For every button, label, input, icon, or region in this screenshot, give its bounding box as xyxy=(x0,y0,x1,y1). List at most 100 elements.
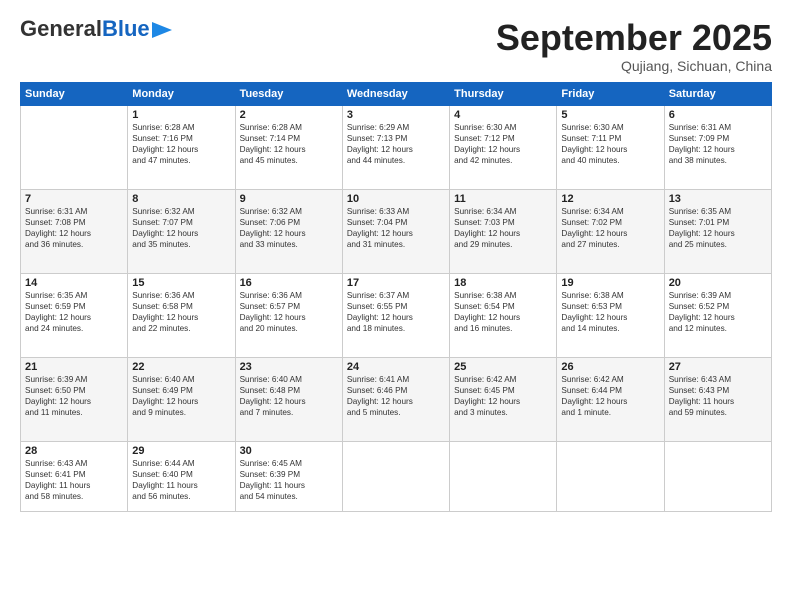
col-thursday: Thursday xyxy=(450,82,557,105)
day-info: Sunrise: 6:28 AMSunset: 7:16 PMDaylight:… xyxy=(132,122,230,166)
calendar-cell: 19Sunrise: 6:38 AMSunset: 6:53 PMDayligh… xyxy=(557,273,664,357)
calendar-cell: 18Sunrise: 6:38 AMSunset: 6:54 PMDayligh… xyxy=(450,273,557,357)
logo-blue: Blue xyxy=(102,16,150,41)
week-row-5: 28Sunrise: 6:43 AMSunset: 6:41 PMDayligh… xyxy=(21,441,772,511)
week-row-1: 1Sunrise: 6:28 AMSunset: 7:16 PMDaylight… xyxy=(21,105,772,189)
day-number: 22 xyxy=(132,361,230,373)
calendar-cell: 22Sunrise: 6:40 AMSunset: 6:49 PMDayligh… xyxy=(128,357,235,441)
day-number: 28 xyxy=(25,445,123,457)
calendar-cell: 9Sunrise: 6:32 AMSunset: 7:06 PMDaylight… xyxy=(235,189,342,273)
day-number: 26 xyxy=(561,361,659,373)
day-info: Sunrise: 6:42 AMSunset: 6:45 PMDaylight:… xyxy=(454,374,552,418)
calendar-cell: 7Sunrise: 6:31 AMSunset: 7:08 PMDaylight… xyxy=(21,189,128,273)
day-info: Sunrise: 6:38 AMSunset: 6:53 PMDaylight:… xyxy=(561,290,659,334)
day-number: 13 xyxy=(669,193,767,205)
day-info: Sunrise: 6:30 AMSunset: 7:11 PMDaylight:… xyxy=(561,122,659,166)
day-info: Sunrise: 6:42 AMSunset: 6:44 PMDaylight:… xyxy=(561,374,659,418)
day-number: 2 xyxy=(240,109,338,121)
day-number: 20 xyxy=(669,277,767,289)
calendar-cell: 4Sunrise: 6:30 AMSunset: 7:12 PMDaylight… xyxy=(450,105,557,189)
day-info: Sunrise: 6:45 AMSunset: 6:39 PMDaylight:… xyxy=(240,458,338,502)
day-info: Sunrise: 6:31 AMSunset: 7:09 PMDaylight:… xyxy=(669,122,767,166)
day-info: Sunrise: 6:32 AMSunset: 7:06 PMDaylight:… xyxy=(240,206,338,250)
calendar-cell xyxy=(342,441,449,511)
col-friday: Friday xyxy=(557,82,664,105)
day-info: Sunrise: 6:38 AMSunset: 6:54 PMDaylight:… xyxy=(454,290,552,334)
day-number: 16 xyxy=(240,277,338,289)
day-info: Sunrise: 6:40 AMSunset: 6:49 PMDaylight:… xyxy=(132,374,230,418)
calendar-cell: 23Sunrise: 6:40 AMSunset: 6:48 PMDayligh… xyxy=(235,357,342,441)
day-info: Sunrise: 6:35 AMSunset: 6:59 PMDaylight:… xyxy=(25,290,123,334)
calendar-cell: 30Sunrise: 6:45 AMSunset: 6:39 PMDayligh… xyxy=(235,441,342,511)
calendar-cell: 15Sunrise: 6:36 AMSunset: 6:58 PMDayligh… xyxy=(128,273,235,357)
day-number: 14 xyxy=(25,277,123,289)
day-number: 29 xyxy=(132,445,230,457)
day-info: Sunrise: 6:41 AMSunset: 6:46 PMDaylight:… xyxy=(347,374,445,418)
calendar-cell: 17Sunrise: 6:37 AMSunset: 6:55 PMDayligh… xyxy=(342,273,449,357)
calendar-cell: 27Sunrise: 6:43 AMSunset: 6:43 PMDayligh… xyxy=(664,357,771,441)
logo: GeneralBlue xyxy=(20,18,172,40)
day-number: 25 xyxy=(454,361,552,373)
calendar-cell: 14Sunrise: 6:35 AMSunset: 6:59 PMDayligh… xyxy=(21,273,128,357)
calendar-cell: 16Sunrise: 6:36 AMSunset: 6:57 PMDayligh… xyxy=(235,273,342,357)
calendar-cell: 8Sunrise: 6:32 AMSunset: 7:07 PMDaylight… xyxy=(128,189,235,273)
calendar-cell: 20Sunrise: 6:39 AMSunset: 6:52 PMDayligh… xyxy=(664,273,771,357)
day-info: Sunrise: 6:43 AMSunset: 6:41 PMDaylight:… xyxy=(25,458,123,502)
day-info: Sunrise: 6:40 AMSunset: 6:48 PMDaylight:… xyxy=(240,374,338,418)
calendar-cell xyxy=(450,441,557,511)
day-info: Sunrise: 6:39 AMSunset: 6:52 PMDaylight:… xyxy=(669,290,767,334)
title-area: September 2025 Qujiang, Sichuan, China xyxy=(496,18,772,74)
day-info: Sunrise: 6:39 AMSunset: 6:50 PMDaylight:… xyxy=(25,374,123,418)
logo-text: GeneralBlue xyxy=(20,18,150,40)
month-title: September 2025 xyxy=(496,18,772,58)
calendar-cell: 12Sunrise: 6:34 AMSunset: 7:02 PMDayligh… xyxy=(557,189,664,273)
col-wednesday: Wednesday xyxy=(342,82,449,105)
day-number: 10 xyxy=(347,193,445,205)
calendar-cell xyxy=(557,441,664,511)
calendar-cell: 1Sunrise: 6:28 AMSunset: 7:16 PMDaylight… xyxy=(128,105,235,189)
day-number: 4 xyxy=(454,109,552,121)
col-tuesday: Tuesday xyxy=(235,82,342,105)
week-row-3: 14Sunrise: 6:35 AMSunset: 6:59 PMDayligh… xyxy=(21,273,772,357)
day-info: Sunrise: 6:30 AMSunset: 7:12 PMDaylight:… xyxy=(454,122,552,166)
calendar-cell: 26Sunrise: 6:42 AMSunset: 6:44 PMDayligh… xyxy=(557,357,664,441)
col-saturday: Saturday xyxy=(664,82,771,105)
col-sunday: Sunday xyxy=(21,82,128,105)
page-header: GeneralBlue September 2025 Qujiang, Sich… xyxy=(20,18,772,74)
day-info: Sunrise: 6:28 AMSunset: 7:14 PMDaylight:… xyxy=(240,122,338,166)
calendar-cell xyxy=(21,105,128,189)
day-info: Sunrise: 6:34 AMSunset: 7:02 PMDaylight:… xyxy=(561,206,659,250)
calendar-cell: 25Sunrise: 6:42 AMSunset: 6:45 PMDayligh… xyxy=(450,357,557,441)
calendar-cell: 5Sunrise: 6:30 AMSunset: 7:11 PMDaylight… xyxy=(557,105,664,189)
week-row-2: 7Sunrise: 6:31 AMSunset: 7:08 PMDaylight… xyxy=(21,189,772,273)
day-info: Sunrise: 6:35 AMSunset: 7:01 PMDaylight:… xyxy=(669,206,767,250)
calendar-cell: 2Sunrise: 6:28 AMSunset: 7:14 PMDaylight… xyxy=(235,105,342,189)
logo-general: General xyxy=(20,16,102,41)
day-number: 7 xyxy=(25,193,123,205)
day-number: 27 xyxy=(669,361,767,373)
calendar-cell: 28Sunrise: 6:43 AMSunset: 6:41 PMDayligh… xyxy=(21,441,128,511)
calendar-cell: 29Sunrise: 6:44 AMSunset: 6:40 PMDayligh… xyxy=(128,441,235,511)
day-info: Sunrise: 6:32 AMSunset: 7:07 PMDaylight:… xyxy=(132,206,230,250)
calendar-cell: 21Sunrise: 6:39 AMSunset: 6:50 PMDayligh… xyxy=(21,357,128,441)
day-number: 21 xyxy=(25,361,123,373)
calendar-table: Sunday Monday Tuesday Wednesday Thursday… xyxy=(20,82,772,512)
calendar-cell xyxy=(664,441,771,511)
day-number: 15 xyxy=(132,277,230,289)
calendar-cell: 10Sunrise: 6:33 AMSunset: 7:04 PMDayligh… xyxy=(342,189,449,273)
logo-arrow-icon xyxy=(152,22,172,38)
day-info: Sunrise: 6:34 AMSunset: 7:03 PMDaylight:… xyxy=(454,206,552,250)
day-number: 19 xyxy=(561,277,659,289)
day-info: Sunrise: 6:44 AMSunset: 6:40 PMDaylight:… xyxy=(132,458,230,502)
day-number: 9 xyxy=(240,193,338,205)
calendar-cell: 3Sunrise: 6:29 AMSunset: 7:13 PMDaylight… xyxy=(342,105,449,189)
week-row-4: 21Sunrise: 6:39 AMSunset: 6:50 PMDayligh… xyxy=(21,357,772,441)
col-monday: Monday xyxy=(128,82,235,105)
day-number: 17 xyxy=(347,277,445,289)
day-number: 11 xyxy=(454,193,552,205)
day-info: Sunrise: 6:43 AMSunset: 6:43 PMDaylight:… xyxy=(669,374,767,418)
calendar-cell: 24Sunrise: 6:41 AMSunset: 6:46 PMDayligh… xyxy=(342,357,449,441)
day-info: Sunrise: 6:37 AMSunset: 6:55 PMDaylight:… xyxy=(347,290,445,334)
day-number: 8 xyxy=(132,193,230,205)
day-number: 24 xyxy=(347,361,445,373)
